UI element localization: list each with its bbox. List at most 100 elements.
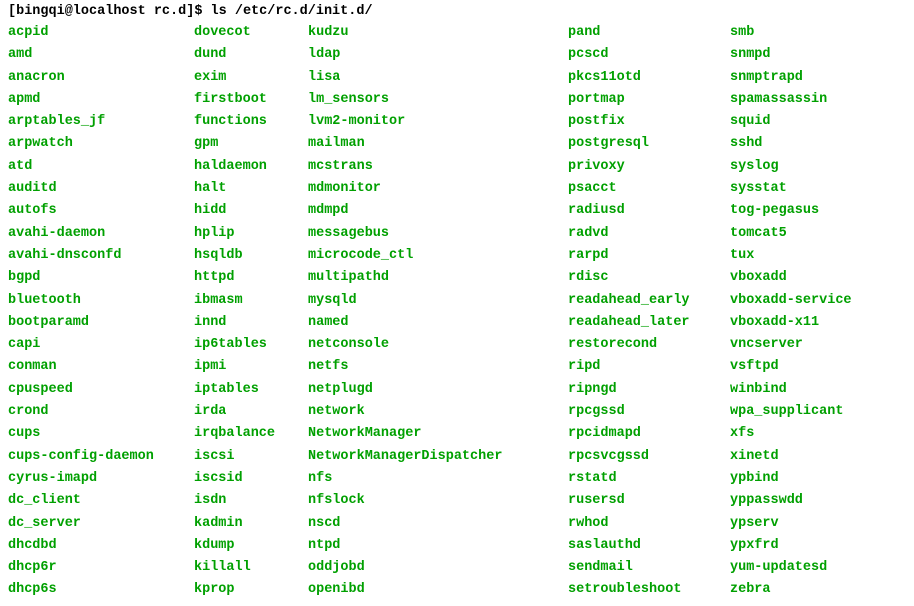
file-entry: ypbind [730, 468, 852, 490]
file-entry: lisa [308, 67, 568, 89]
file-entry: kprop [194, 579, 308, 601]
file-entry: dund [194, 44, 308, 66]
file-entry: avahi-daemon [8, 223, 194, 245]
file-entry: pkcs11otd [568, 67, 730, 89]
file-entry: cyrus-imapd [8, 468, 194, 490]
file-entry: hplip [194, 223, 308, 245]
file-entry: functions [194, 111, 308, 133]
file-entry: innd [194, 312, 308, 334]
file-entry: ripngd [568, 379, 730, 401]
file-entry: postgresql [568, 133, 730, 155]
file-entry: wpa_supplicant [730, 401, 852, 423]
file-entry: mdmonitor [308, 178, 568, 200]
file-entry: smb [730, 22, 852, 44]
file-entry: network [308, 401, 568, 423]
file-entry: tomcat5 [730, 223, 852, 245]
file-entry: openibd [308, 579, 568, 601]
file-entry: mailman [308, 133, 568, 155]
file-entry: ip6tables [194, 334, 308, 356]
file-entry: multipathd [308, 267, 568, 289]
file-entry: apmd [8, 89, 194, 111]
file-entry: yppasswdd [730, 490, 852, 512]
file-entry: tux [730, 245, 852, 267]
file-entry: NetworkManagerDispatcher [308, 446, 568, 468]
listing-column-5: smbsnmpdsnmptrapdspamassassinsquidsshdsy… [730, 22, 852, 602]
file-entry: ripd [568, 356, 730, 378]
file-entry: postfix [568, 111, 730, 133]
file-entry: nscd [308, 513, 568, 535]
file-entry: kadmin [194, 513, 308, 535]
file-entry: dc_client [8, 490, 194, 512]
file-entry: arptables_jf [8, 111, 194, 133]
file-entry: conman [8, 356, 194, 378]
file-entry: netfs [308, 356, 568, 378]
file-entry: lvm2-monitor [308, 111, 568, 133]
file-entry: NetworkManager [308, 423, 568, 445]
file-entry: kudzu [308, 22, 568, 44]
file-entry: dc_server [8, 513, 194, 535]
file-entry: yum-updatesd [730, 557, 852, 579]
file-entry: haldaemon [194, 156, 308, 178]
file-entry: microcode_ctl [308, 245, 568, 267]
file-entry: iscsi [194, 446, 308, 468]
file-entry: amd [8, 44, 194, 66]
file-entry: rarpd [568, 245, 730, 267]
file-entry: irda [194, 401, 308, 423]
file-entry: vboxadd-x11 [730, 312, 852, 334]
file-entry: ypserv [730, 513, 852, 535]
file-entry: netplugd [308, 379, 568, 401]
file-entry: mdmpd [308, 200, 568, 222]
file-entry: spamassassin [730, 89, 852, 111]
listing-column-1: acpidamdanacronapmdarptables_jfarpwatcha… [8, 22, 194, 602]
shell-prompt: [bingqi@localhost rc.d]$ ls /etc/rc.d/in… [8, 4, 906, 19]
file-entry: pand [568, 22, 730, 44]
file-entry: rstatd [568, 468, 730, 490]
file-entry: readahead_early [568, 290, 730, 312]
file-entry: arpwatch [8, 133, 194, 155]
file-entry: oddjobd [308, 557, 568, 579]
file-entry: bluetooth [8, 290, 194, 312]
directory-listing: acpidamdanacronapmdarptables_jfarpwatcha… [8, 22, 906, 602]
file-entry: restorecond [568, 334, 730, 356]
file-entry: dhcp6s [8, 579, 194, 601]
file-entry: setroubleshoot [568, 579, 730, 601]
file-entry: xinetd [730, 446, 852, 468]
file-entry: cpuspeed [8, 379, 194, 401]
file-entry: firstboot [194, 89, 308, 111]
file-entry: vncserver [730, 334, 852, 356]
file-entry: auditd [8, 178, 194, 200]
file-entry: irqbalance [194, 423, 308, 445]
file-entry: iscsid [194, 468, 308, 490]
file-entry: rpcidmapd [568, 423, 730, 445]
file-entry: hidd [194, 200, 308, 222]
file-entry: sshd [730, 133, 852, 155]
file-entry: vsftpd [730, 356, 852, 378]
file-entry: mysqld [308, 290, 568, 312]
file-entry: radvd [568, 223, 730, 245]
file-entry: hsqldb [194, 245, 308, 267]
file-entry: xfs [730, 423, 852, 445]
file-entry: rdisc [568, 267, 730, 289]
file-entry: crond [8, 401, 194, 423]
file-entry: rpcsvcgssd [568, 446, 730, 468]
file-entry: readahead_later [568, 312, 730, 334]
file-entry: exim [194, 67, 308, 89]
file-entry: bootparamd [8, 312, 194, 334]
file-entry: rwhod [568, 513, 730, 535]
file-entry: iptables [194, 379, 308, 401]
file-entry: acpid [8, 22, 194, 44]
file-entry: kdump [194, 535, 308, 557]
file-entry: anacron [8, 67, 194, 89]
file-entry: atd [8, 156, 194, 178]
file-entry: sysstat [730, 178, 852, 200]
file-entry: avahi-dnsconfd [8, 245, 194, 267]
file-entry: psacct [568, 178, 730, 200]
file-entry: vboxadd [730, 267, 852, 289]
file-entry: syslog [730, 156, 852, 178]
file-entry: nfslock [308, 490, 568, 512]
file-entry: nfs [308, 468, 568, 490]
file-entry: capi [8, 334, 194, 356]
file-entry: saslauthd [568, 535, 730, 557]
file-entry: ipmi [194, 356, 308, 378]
file-entry: rusersd [568, 490, 730, 512]
